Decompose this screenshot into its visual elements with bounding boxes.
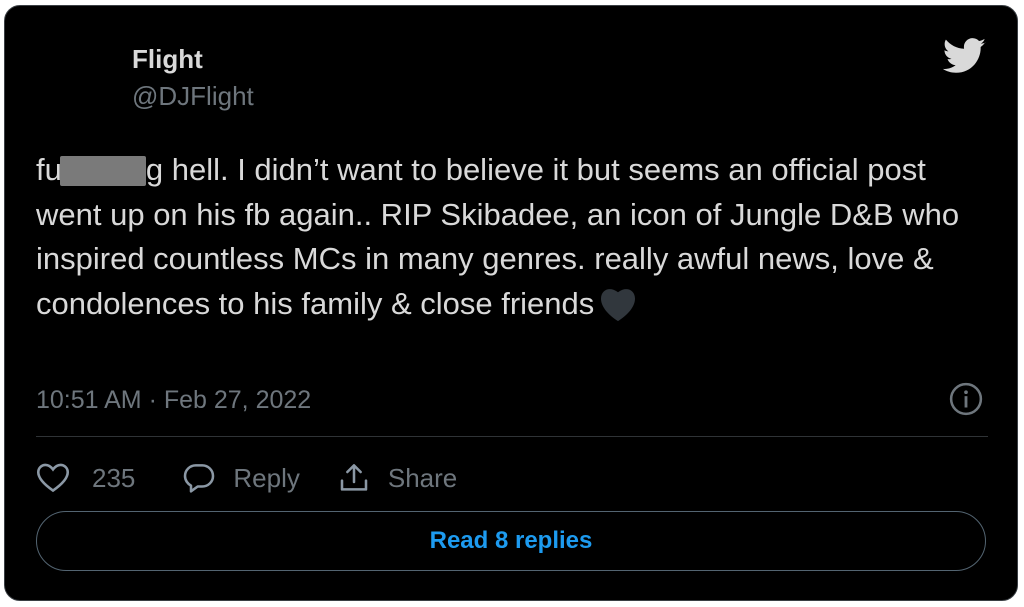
heart-outline-icon <box>36 463 70 493</box>
share-icon <box>340 464 368 491</box>
read-replies-button[interactable]: Read 8 replies <box>36 511 986 571</box>
tweet-text-prefix: fu <box>36 152 62 187</box>
divider <box>36 436 988 437</box>
avatar[interactable] <box>37 42 117 122</box>
user-handle[interactable]: @DJFlight <box>132 79 254 113</box>
action-bar: 235 Reply Share <box>36 458 457 498</box>
info-icon[interactable] <box>949 382 983 416</box>
display-name[interactable]: Flight <box>132 42 203 76</box>
reply-label: Reply <box>233 462 300 493</box>
redaction-blur <box>59 156 146 186</box>
reply-bubble-icon <box>184 464 215 493</box>
reply-button[interactable]: Reply <box>183 462 300 494</box>
share-label: Share <box>387 462 458 493</box>
tweet-text-body: g hell. I didn’t want to believe it but … <box>36 152 968 321</box>
timestamp[interactable]: 10:51 AM · Feb 27, 2022 <box>36 383 311 417</box>
twitter-bird-icon[interactable] <box>943 38 987 74</box>
tweet-card[interactable]: Flight @DJFlight fu g hell. I didn’t want… <box>4 5 1018 601</box>
share-button[interactable]: Share <box>338 462 457 494</box>
read-replies-label: Read 8 replies <box>429 527 593 554</box>
tweet-text: fu g hell. I didn’t want to believe it bu… <box>36 148 996 326</box>
like-button[interactable]: 235 <box>36 463 135 494</box>
like-count: 235 <box>92 462 136 493</box>
black-heart-icon <box>601 288 636 321</box>
